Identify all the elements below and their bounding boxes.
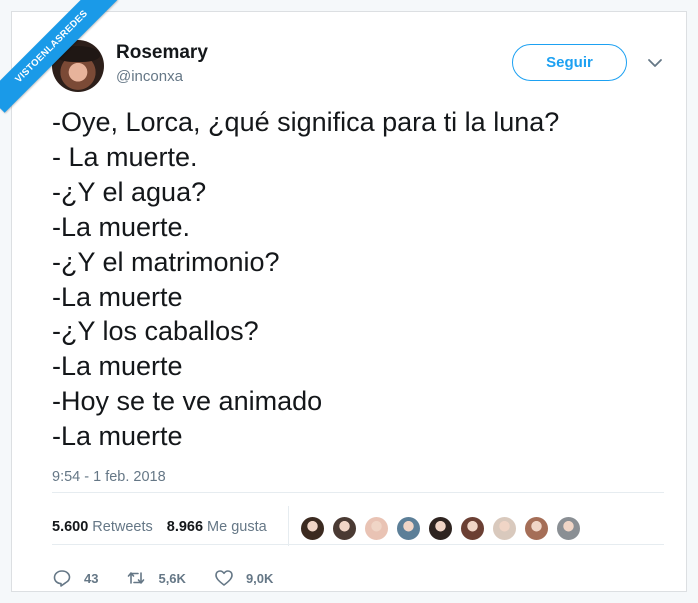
liker-avatar[interactable] (556, 516, 581, 541)
divider (52, 492, 664, 493)
liker-avatar[interactable] (396, 516, 421, 541)
tweet-timestamp[interactable]: 9:54 - 1 feb. 2018 (52, 469, 166, 485)
user-handle[interactable]: @inconxa (116, 68, 183, 85)
tweet-line: -La muerte (52, 281, 183, 312)
liker-avatars (300, 516, 581, 541)
liker-avatar[interactable] (364, 516, 389, 541)
liker-avatar[interactable] (492, 516, 517, 541)
heart-icon (215, 570, 233, 586)
engagement-stats: 5.600 Retweets 8.966 Me gusta (52, 519, 267, 535)
liker-avatar[interactable] (460, 516, 485, 541)
tweet-line: -La muerte (52, 351, 183, 382)
tweet-line: -Hoy se te ve animado (52, 386, 323, 417)
retweets-stat[interactable]: 5.600 Retweets (52, 519, 153, 535)
liker-avatar[interactable] (428, 516, 453, 541)
retweet-icon (128, 572, 145, 584)
reply-button[interactable]: 43 (52, 568, 98, 588)
tweet-line: -¿Y el matrimonio? (52, 246, 280, 277)
liker-avatar[interactable] (300, 516, 325, 541)
chevron-down-icon[interactable] (646, 54, 664, 72)
likes-stat[interactable]: 8.966 Me gusta (167, 519, 267, 535)
tweet-line: -La muerte (52, 421, 183, 452)
follow-button[interactable]: Seguir (512, 44, 627, 81)
tweet-line: - La muerte. (52, 141, 198, 172)
retweet-button[interactable]: 5,6K (126, 568, 186, 588)
tweet-line: -¿Y los caballos? (52, 316, 259, 347)
action-bar: 43 5,6K 9,0K (52, 568, 301, 588)
like-button[interactable]: 9,0K (214, 568, 273, 588)
liker-avatar[interactable] (332, 516, 357, 541)
divider (52, 544, 664, 545)
retweet-count: 5,6K (158, 570, 186, 586)
tweet-line: -La muerte. (52, 211, 191, 242)
tweet-text: -Oye, Lorca, ¿qué significa para ti la l… (52, 105, 652, 454)
tweet-line: -¿Y el agua? (52, 176, 207, 207)
stats-separator (288, 506, 289, 546)
reply-count: 43 (84, 570, 99, 586)
tweet-line: -Oye, Lorca, ¿qué significa para ti la l… (52, 107, 560, 137)
reply-icon (53, 570, 71, 587)
like-count: 9,0K (245, 570, 274, 586)
user-name[interactable]: Rosemary (116, 42, 208, 64)
liker-avatar[interactable] (524, 516, 549, 541)
tweet-card: VISTOENLASREDES Rosemary @inconxa Seguir… (0, 0, 687, 592)
